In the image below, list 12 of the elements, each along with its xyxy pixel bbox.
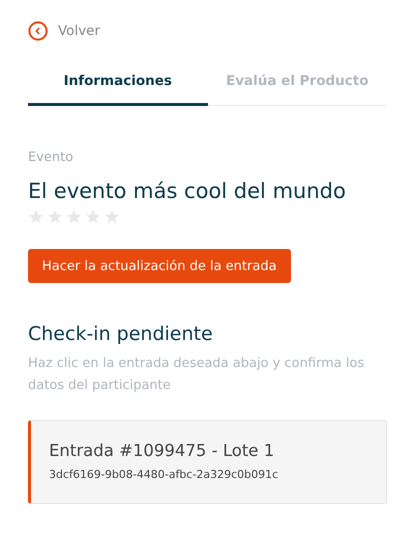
ticket-code: 3dcf6169-9b08-4480-afbc-2a329c0b091c: [49, 468, 280, 481]
tab[interactable]: Evalúa el Producto: [208, 60, 387, 106]
back-link[interactable]: Volver: [58, 23, 100, 39]
section-heading: Check-in pendiente: [28, 323, 214, 345]
tab[interactable]: Informaciones: [28, 60, 208, 106]
update-ticket-button[interactable]: Hacer la actualización de la entrada: [28, 249, 291, 283]
event-title: El evento más cool del mundo: [28, 179, 347, 203]
ticket-title: Entrada #1099475 - Lote 1: [49, 441, 276, 460]
section-description: Haz clic en la entrada deseada abajo y confirma los datos del participante: [28, 355, 366, 395]
ticket-card[interactable]: Entrada #1099475 - Lote 1 3dcf6169-9b08-4480-afbc-2a329c0b091c: [28, 420, 387, 504]
event-label: Evento: [28, 150, 74, 165]
back-icon[interactable]: [28, 21, 48, 41]
